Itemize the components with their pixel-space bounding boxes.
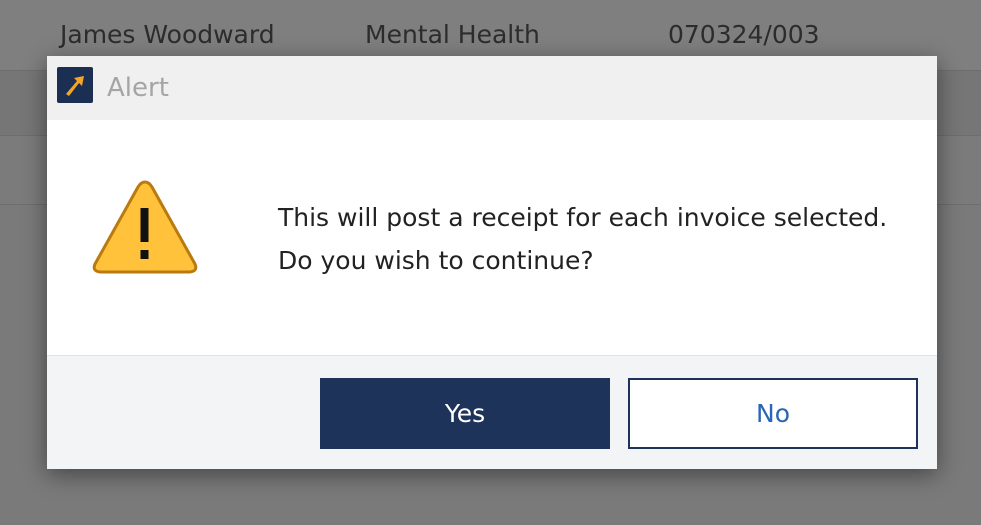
dialog-footer: Yes No [47,355,937,469]
no-button[interactable]: No [628,378,918,449]
warning-icon [91,178,199,276]
department-cell: Mental Health [365,20,540,49]
dialog-header: Alert [47,56,937,120]
reference-cell: 070324/003 [668,20,820,49]
dialog-body: This will post a receipt for each invoic… [47,120,937,355]
yes-button[interactable]: Yes [320,378,610,449]
dialog-title: Alert [107,73,169,103]
patient-name-cell: James Woodward [60,20,275,49]
message-line: This will post a receipt for each invoic… [278,203,888,232]
message-line: Do you wish to continue? [278,246,594,275]
dialog-message: This will post a receipt for each invoic… [278,196,887,282]
app-logo-icon [57,67,93,103]
alert-dialog: Alert This will post a receipt for each … [47,56,937,469]
